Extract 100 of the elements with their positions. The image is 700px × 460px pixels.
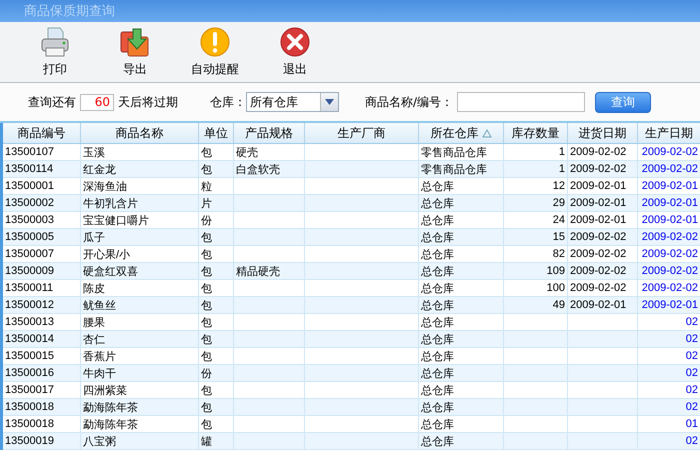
table-cell: 1 <box>558 146 565 158</box>
toolbar-button[interactable]: 打印 <box>20 26 90 78</box>
table-cell: 13500009 <box>5 265 54 277</box>
table-cell: 109 <box>546 265 565 277</box>
table-cell-text: 硬盒红双喜 <box>83 264 138 278</box>
table-cell: 01 <box>686 418 698 430</box>
table-cell-text: 玉溪 <box>83 146 105 160</box>
table-cell: 2009-02-01 <box>642 197 698 209</box>
table-cell-text: 宝宝健口嚼片 <box>83 214 149 228</box>
table-cell: 13500011 <box>5 282 54 294</box>
table-cell: 02 <box>686 384 698 396</box>
column-header[interactable]: 生产日期 <box>638 123 700 143</box>
table-cell-text: 勐海陈年茶 <box>83 400 138 414</box>
table-cell: 02 <box>686 333 698 345</box>
table-cell: 82 <box>552 248 565 260</box>
toolbar-button[interactable]: 自动提醒 <box>180 26 250 78</box>
table-cell: 24 <box>552 214 565 226</box>
table-cell-text: 包 <box>201 400 212 414</box>
table-cell-text: 包 <box>201 298 212 312</box>
table-cell: 49 <box>552 299 565 311</box>
table-cell: 2009-02-01 <box>642 214 698 226</box>
column-header[interactable]: 单位 <box>199 123 234 143</box>
toolbar-button[interactable]: 退出 <box>260 26 330 78</box>
table-cell: 2009-02-01 <box>570 180 626 192</box>
table-cell-text: 罐 <box>201 434 212 448</box>
table-cell-text: 包 <box>201 162 212 176</box>
table-cell: 13500114 <box>5 163 54 175</box>
dropdown-arrow-icon <box>325 99 334 105</box>
table-cell: 1 <box>558 163 565 175</box>
table-cell-text: 总仓库 <box>421 332 454 346</box>
search-label: 商品名称/编号： <box>365 94 454 110</box>
table-cell-text: 硬壳 <box>236 146 258 160</box>
table-cell: 15 <box>552 231 565 243</box>
table-cell-text: 包 <box>201 418 212 432</box>
export-icon <box>119 26 151 58</box>
table-cell-text: 总仓库 <box>421 214 454 228</box>
column-header[interactable]: 库存数量 <box>504 123 568 143</box>
table-cell-text: 总仓库 <box>421 282 454 296</box>
table-cell-text: 粒 <box>201 180 212 194</box>
table-cell-text: 总仓库 <box>421 248 454 262</box>
warehouse-label: 仓库： <box>210 94 246 110</box>
table-cell: 02 <box>686 435 698 447</box>
table-cell-text: 零售商品仓库 <box>421 146 487 160</box>
table-cell-text: 总仓库 <box>421 366 454 380</box>
table-cell-text: 包 <box>201 384 212 398</box>
table-cell-text: 牛肉干 <box>83 366 116 380</box>
table-cell: 13500017 <box>5 384 54 396</box>
table-cell: 2009-02-02 <box>642 248 698 260</box>
search-field[interactable] <box>457 92 586 112</box>
column-header[interactable]: 商品名称 <box>81 123 199 143</box>
table-cell: 2009-02-02 <box>642 231 698 243</box>
table-cell-text: 总仓库 <box>421 230 454 244</box>
table-cell: 2009-02-01 <box>642 299 698 311</box>
column-header[interactable]: 商品编号 <box>3 123 81 143</box>
table-cell-text: 零售商品仓库 <box>421 162 487 176</box>
column-header[interactable]: 产品规格 <box>234 123 305 143</box>
table-cell-text: 份 <box>201 214 212 228</box>
table-cell: 2009-02-01 <box>570 197 626 209</box>
table-cell-text: 包 <box>201 264 212 278</box>
table-cell-text: 勐海陈年茶 <box>83 418 138 432</box>
warehouse-dropdown[interactable]: 所有仓库 <box>246 92 339 112</box>
table-cell: 02 <box>686 401 698 413</box>
table-cell-text: 鱿鱼丝 <box>83 298 116 312</box>
column-header[interactable]: 进货日期 <box>568 123 638 143</box>
table-cell: 13500107 <box>5 146 54 158</box>
table-cell: 2009-02-02 <box>570 248 626 260</box>
table-cell: 2009-02-02 <box>642 265 698 277</box>
table-cell: 13500003 <box>5 214 54 226</box>
table-cell-text: 香蕉片 <box>83 350 116 364</box>
table-cell-text: 杏仁 <box>83 332 105 346</box>
table-cell-text: 包 <box>201 332 212 346</box>
table-cell-text: 份 <box>201 366 212 380</box>
table-cell-text: 总仓库 <box>421 350 454 364</box>
table-cell: 13500015 <box>5 350 54 362</box>
table-cell: 02 <box>686 316 698 328</box>
table-cell: 2009-02-02 <box>570 282 626 294</box>
table-cell: 2009-02-02 <box>570 265 626 277</box>
table-cell-text: 包 <box>201 350 212 364</box>
column-header[interactable]: 生产厂商 <box>305 123 419 143</box>
days-field[interactable]: 60 <box>80 94 114 110</box>
printer-icon <box>39 26 71 58</box>
column-header[interactable]: 所在仓库 <box>419 123 504 143</box>
table-cell-text: 瓜子 <box>83 230 105 244</box>
table-cell: 13500005 <box>5 231 54 243</box>
table-cell-text: 四洲紫菜 <box>83 384 127 398</box>
table-cell-text: 总仓库 <box>421 298 454 312</box>
table-cell: 2009-02-02 <box>642 146 698 158</box>
table-cell-text: 总仓库 <box>421 264 454 278</box>
table-cell-text: 牛初乳含片 <box>83 196 138 210</box>
table-cell: 100 <box>546 282 565 294</box>
warning-icon <box>199 26 231 58</box>
toolbar-button[interactable]: 导出 <box>100 26 170 78</box>
table-cell: 2009-02-01 <box>570 214 626 226</box>
table-cell-text: 八宝粥 <box>83 434 116 448</box>
table-cell-text: 红金龙 <box>83 162 116 176</box>
table-cell-text: 总仓库 <box>421 418 454 432</box>
table-cell: 13500016 <box>5 367 54 379</box>
table-cell: 12 <box>552 180 565 192</box>
table-cell: 02 <box>686 367 698 379</box>
table-cell-text: 总仓库 <box>421 316 454 330</box>
